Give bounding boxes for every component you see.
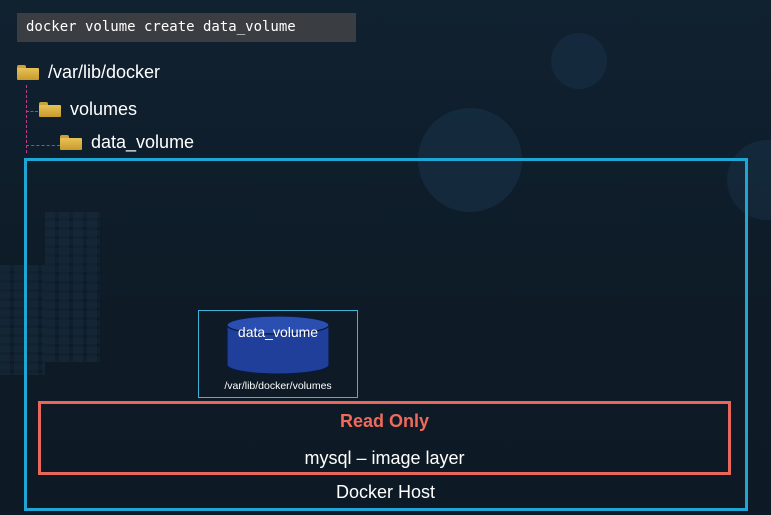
- tree-connector: [26, 111, 38, 112]
- docker-host-label: Docker Host: [335, 482, 436, 502]
- diagram-canvas: docker volume create data_volume /var/li…: [0, 0, 771, 515]
- background-circle: [551, 33, 607, 89]
- tree-item-label: data_volume: [91, 132, 195, 152]
- tree-item-data-volume: data_volume: [60, 132, 194, 153]
- folder-icon: [39, 102, 61, 117]
- tree-item-label: volumes: [70, 99, 138, 119]
- command-box: docker volume create data_volume: [17, 13, 356, 42]
- tree-connector: [26, 85, 27, 153]
- tree-item-label: /var/lib/docker: [48, 62, 161, 82]
- tree-connector: [26, 145, 60, 146]
- read-only-label: Read Only: [339, 411, 430, 431]
- volume-path: /var/lib/docker/volumes: [224, 380, 332, 392]
- folder-icon: [60, 135, 82, 150]
- folder-icon: [17, 65, 39, 80]
- tree-item-root: /var/lib/docker: [17, 62, 160, 83]
- volume-name: data_volume: [237, 324, 319, 340]
- image-layer-label: mysql – image layer: [304, 448, 465, 468]
- tree-item-volumes: volumes: [39, 99, 137, 120]
